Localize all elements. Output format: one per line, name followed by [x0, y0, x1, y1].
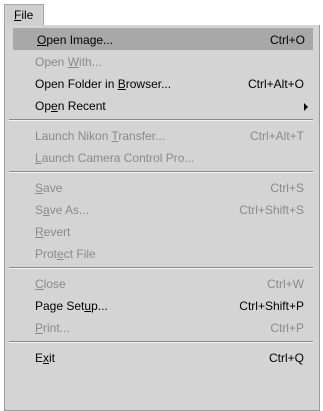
label-mnemonic: P [35, 321, 44, 335]
label-part: aunch Camera Control Pro... [41, 151, 195, 165]
label-part: ave [43, 181, 63, 195]
menu-item-shortcut: Ctrl+Q [268, 351, 304, 365]
label-part: Op [35, 99, 52, 113]
menu-item-shortcut: Ctrl+W [267, 277, 304, 291]
label-part: S [35, 203, 44, 217]
file-dropdown-menu: Open Image... Ctrl+O Open With... Open Fold… [4, 25, 320, 411]
label-part: n Recent [57, 99, 106, 113]
menu-item-label: Launch Camera Control Pro... [35, 151, 194, 165]
menu-item-label: Save As... [35, 203, 89, 217]
submenu-arrow-icon [304, 103, 308, 111]
menu-item-shortcut: Ctrl+O [269, 33, 305, 47]
menu-item-shortcut: Ctrl+P [270, 321, 304, 335]
menu-item-launch-nikon-transfer[interactable]: Launch Nikon Transfer... Ctrl+Alt+T [11, 124, 312, 146]
menu-separator [9, 267, 313, 269]
label-part: ith... [79, 55, 102, 69]
label-part: Page Set [35, 299, 85, 313]
menu-item-save[interactable]: Save Ctrl+S [11, 176, 312, 198]
menu-item-label: Save [35, 181, 62, 195]
label-part: Prot [35, 247, 58, 261]
label-mnemonic: e [57, 247, 64, 261]
menu-separator [9, 171, 313, 173]
label-part: ve As... [49, 203, 90, 217]
file-menu-label-rest: ile [21, 8, 34, 22]
menu-item-label: Launch Nikon Transfer... [35, 129, 165, 143]
label-mnemonic: a [43, 203, 50, 217]
label-part: E [35, 351, 44, 365]
label-mnemonic: R [35, 225, 44, 239]
menu-item-print[interactable]: Print... Ctrl+P [11, 316, 312, 338]
label-part: ransfer... [118, 129, 166, 143]
label-part: Launch Nikon [35, 129, 112, 143]
label-part: lose [43, 277, 66, 291]
label-mnemonic: e [51, 99, 58, 113]
label-mnemonic: S [35, 181, 44, 195]
label-part: rowser... [125, 77, 172, 91]
label-part: p... [91, 299, 108, 313]
file-menu[interactable]: File [4, 4, 44, 26]
menu-item-label: Open Recent [35, 99, 106, 113]
menu-item-save-as[interactable]: Save As... Ctrl+Shift+S [11, 198, 312, 220]
menu-item-shortcut: Ctrl+Alt+T [249, 129, 304, 143]
menu-item-open-recent[interactable]: Open Recent [11, 94, 312, 116]
menu-item-label: Revert [35, 225, 70, 239]
menu-item-revert[interactable]: Revert [11, 220, 312, 242]
label-part: rint... [43, 321, 70, 335]
menu-item-label: Open Folder in Browser... [35, 77, 171, 91]
label-part: Open Folder in [35, 77, 118, 91]
label-mnemonic: C [35, 277, 44, 291]
menu-item-open-folder-in-browser[interactable]: Open Folder in Browser... Ctrl+Alt+O [11, 72, 312, 94]
label-part: Open [35, 55, 68, 69]
menu-item-exit[interactable]: Exit Ctrl+Q [11, 346, 312, 368]
menu-separator [9, 341, 313, 343]
menu-item-open-image[interactable]: Open Image... Ctrl+O [13, 28, 313, 50]
menu-item-label: Close [35, 277, 66, 291]
menu-item-launch-camera-control-pro[interactable]: Launch Camera Control Pro... [11, 146, 312, 168]
menu-item-open-with[interactable]: Open With... [11, 50, 312, 72]
label-part: evert [43, 225, 71, 239]
menu-item-protect-file[interactable]: Protect File [11, 242, 312, 264]
menu-item-label: Protect File [35, 247, 96, 261]
menu-bar: File [0, 0, 323, 26]
menu-item-page-setup[interactable]: Page Setup... Ctrl+Shift+P [11, 294, 312, 316]
menu-item-label: Exit [35, 351, 55, 365]
menu-item-label: Print... [35, 321, 70, 335]
menu-item-shortcut: Ctrl+Shift+P [239, 299, 304, 313]
menu-item-label: Open With... [35, 55, 102, 69]
menu-item-shortcut: Ctrl+S [270, 181, 304, 195]
menu-item-shortcut: Ctrl+Shift+S [239, 203, 304, 217]
label-mnemonic: B [117, 77, 126, 91]
menu-item-shortcut: Ctrl+Alt+O [247, 77, 304, 91]
menu-item-label: Page Setup... [35, 299, 108, 313]
label-mnemonic: L [35, 151, 42, 165]
label-mnemonic: W [67, 55, 80, 69]
menu-separator [9, 119, 313, 121]
menu-item-close[interactable]: Close Ctrl+W [11, 272, 312, 294]
label-mnemonic: O [37, 33, 47, 47]
menu-item-label: Open Image... [37, 33, 113, 47]
label-part: ct File [63, 247, 96, 261]
label-part: pen Image... [46, 33, 114, 47]
label-part: it [49, 351, 56, 365]
